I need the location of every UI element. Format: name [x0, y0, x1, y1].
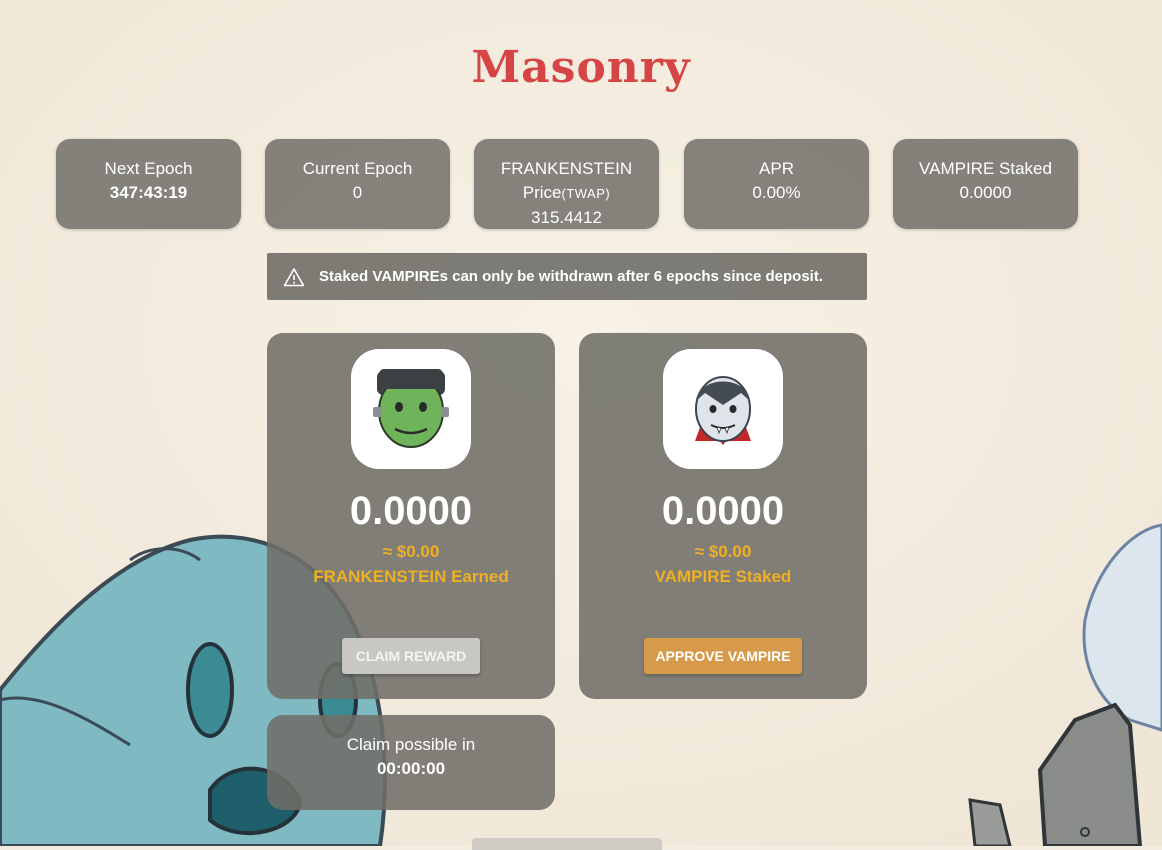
earned-amount: 0.0000 — [349, 489, 473, 533]
warning-icon — [283, 267, 305, 286]
next-epoch-label: Next Epoch — [104, 159, 193, 178]
vampire-staked-value: 0.0000 — [959, 183, 1012, 202]
apr-stat: APR 0.00% — [684, 139, 869, 229]
apr-value: 0.00% — [752, 183, 801, 202]
stake-card: 0.0000 ≈ $0.00 VAMPIRE Staked Approve VA… — [579, 333, 867, 699]
current-epoch-label: Current Epoch — [302, 159, 413, 178]
twap-price-stat: FRANKENSTEIN Price(TWAP) 315.4412 — [474, 139, 659, 229]
claim-reward-button[interactable]: Claim Reward — [342, 638, 480, 674]
page-title: Masonry — [471, 42, 691, 93]
twap-price-value: 315.4412 — [531, 208, 602, 227]
withdraw-notice-text: Staked VAMPIREs can only be withdrawn af… — [319, 268, 824, 285]
next-epoch-value: 347:43:19 — [109, 183, 188, 202]
vampire-token-icon — [695, 376, 751, 445]
staked-amount: 0.0000 — [661, 489, 785, 533]
earned-usd-value: ≈ $0.00 — [382, 542, 440, 561]
vampire-staked-stat: VAMPIRE Staked 0.0000 — [893, 139, 1078, 229]
twap-price-label-suffix: (TWAP) — [561, 186, 611, 201]
twap-price-label: FRANKENSTEIN Price(TWAP) — [474, 157, 659, 206]
claim-timer-label: Claim possible in — [346, 735, 476, 754]
frankenstein-token-avatar — [351, 349, 471, 469]
earn-card: 0.0000 ≈ $0.00 FRANKENSTEIN Earned Claim… — [267, 333, 555, 699]
earned-label: FRANKENSTEIN Earned — [313, 567, 509, 586]
approve-vampire-button[interactable]: Approve VAMPIRE — [644, 638, 802, 674]
claim-timer-value: 00:00:00 — [376, 759, 446, 778]
claim-timer-card: Claim possible in 00:00:00 — [267, 715, 555, 810]
apr-label: APR — [759, 159, 794, 178]
staked-usd-value: ≈ $0.00 — [694, 542, 752, 561]
staked-label: VAMPIRE Staked — [654, 567, 792, 586]
twap-price-label-price: Price — [522, 183, 562, 202]
twap-price-label-token: FRANKENSTEIN — [500, 159, 633, 178]
next-epoch-stat: Next Epoch 347:43:19 — [56, 139, 241, 229]
withdraw-notice: Staked VAMPIREs can only be withdrawn af… — [267, 253, 867, 300]
bottom-panel-edge — [472, 838, 662, 850]
vampire-token-avatar — [663, 349, 783, 469]
current-epoch-value: 0 — [352, 183, 363, 202]
vampire-staked-label: VAMPIRE Staked — [919, 159, 1052, 178]
current-epoch-stat: Current Epoch 0 — [265, 139, 450, 229]
frankenstein-token-icon — [373, 369, 449, 448]
